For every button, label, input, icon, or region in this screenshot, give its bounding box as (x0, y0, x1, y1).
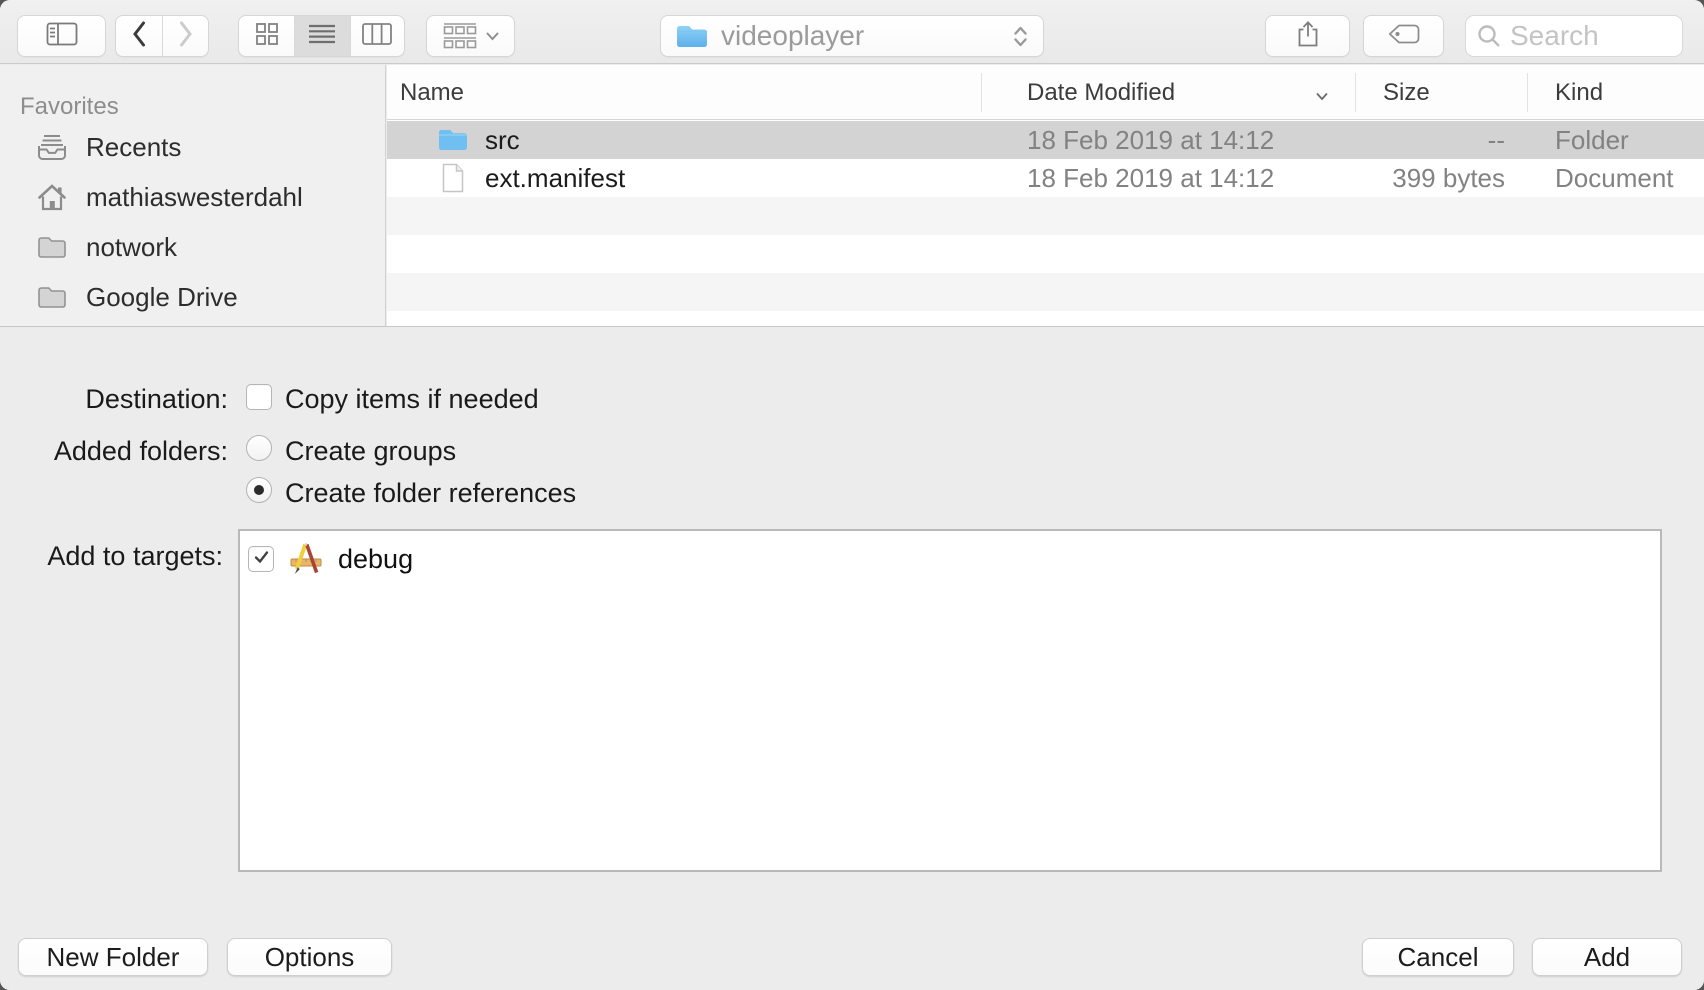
group-by-button[interactable] (426, 15, 515, 57)
sidebar-item-label: Recents (86, 132, 181, 163)
search-icon (1476, 23, 1502, 49)
target-checkbox[interactable] (248, 546, 274, 572)
forward-button[interactable] (162, 16, 208, 56)
toolbar: videoplayer (0, 0, 1704, 64)
create-folder-references-radio[interactable] (246, 477, 272, 503)
column-header-size[interactable]: Size (1383, 65, 1430, 120)
file-date: 18 Feb 2019 at 14:12 (1027, 159, 1274, 197)
file-size: 399 bytes (1355, 159, 1505, 197)
create-groups-radio[interactable] (246, 435, 272, 461)
file-name: src (485, 125, 520, 156)
column-divider[interactable] (981, 73, 982, 112)
column-divider[interactable] (1355, 73, 1356, 112)
copy-items-checkbox[interactable] (246, 384, 272, 410)
file-list: Name Date Modified Size Kind src (387, 65, 1704, 326)
recents-icon (36, 133, 68, 161)
sidebar: Favorites Recents mathiaswesterdahl notw… (0, 65, 386, 326)
share-button[interactable] (1265, 15, 1350, 57)
popup-chevrons-icon (1012, 25, 1029, 48)
sort-indicator-icon (1315, 88, 1329, 106)
options-panel: Destination: Copy items if needed Added … (0, 326, 1704, 990)
column-divider[interactable] (1527, 73, 1528, 112)
xcode-target-icon (288, 543, 324, 576)
empty-row (387, 273, 1704, 311)
file-row-src[interactable]: src 18 Feb 2019 at 14:12 -- Folder (387, 121, 1704, 159)
file-row-ext-manifest[interactable]: ext.manifest 18 Feb 2019 at 14:12 399 by… (387, 159, 1704, 197)
location-popup[interactable]: videoplayer (660, 15, 1044, 57)
list-view-button[interactable] (294, 16, 349, 56)
navigation-buttons (115, 15, 209, 57)
sidebar-item-google-drive[interactable]: Google Drive (0, 277, 385, 317)
file-date: 18 Feb 2019 at 14:12 (1027, 121, 1274, 159)
view-mode-control (238, 15, 405, 57)
cancel-button[interactable]: Cancel (1362, 938, 1514, 976)
empty-row (387, 311, 1704, 327)
search-input[interactable] (1510, 20, 1672, 52)
column-header-kind[interactable]: Kind (1555, 65, 1603, 120)
file-kind: Folder (1555, 121, 1629, 159)
sidebar-item-label: notwork (86, 232, 177, 263)
column-header-name[interactable]: Name (400, 65, 464, 120)
sidebar-toggle-button[interactable] (17, 15, 106, 57)
options-button[interactable]: Options (227, 938, 392, 976)
sidebar-item-notwork[interactable]: notwork (0, 227, 385, 267)
folder-icon (675, 23, 709, 50)
group-items-icon (443, 22, 477, 50)
add-to-targets-label: Add to targets: (0, 541, 223, 572)
create-folder-references-label: Create folder references (285, 478, 576, 509)
file-size: -- (1355, 121, 1505, 159)
add-files-dialog: videoplayer Favorites (0, 0, 1704, 990)
target-name: debug (338, 544, 413, 575)
folder-icon (36, 285, 68, 310)
sidebar-item-label: Google Drive (86, 282, 238, 313)
folder-icon (36, 235, 68, 260)
sidebar-section-header: Favorites (20, 93, 119, 121)
targets-list: debug (238, 529, 1662, 872)
column-header-date-modified[interactable]: Date Modified (1027, 65, 1175, 120)
home-icon (36, 183, 68, 211)
list-view-icon (308, 24, 336, 49)
empty-row (387, 197, 1704, 235)
grid-view-icon (255, 22, 279, 51)
sidebar-toggle-icon (46, 22, 78, 51)
document-icon (441, 163, 465, 193)
chevron-right-icon (178, 21, 194, 52)
destination-label: Destination: (0, 384, 228, 415)
search-field (1465, 15, 1683, 57)
back-button[interactable] (116, 16, 162, 56)
file-list-header: Name Date Modified Size Kind (387, 65, 1704, 120)
tags-button[interactable] (1363, 15, 1444, 57)
sidebar-item-home[interactable]: mathiaswesterdahl (0, 177, 385, 217)
empty-row (387, 235, 1704, 273)
sidebar-item-recents[interactable]: Recents (0, 127, 385, 167)
checkmark-icon (253, 549, 270, 570)
copy-items-label: Copy items if needed (285, 384, 539, 415)
sidebar-item-label: mathiaswesterdahl (86, 182, 303, 213)
file-name: ext.manifest (485, 163, 625, 194)
columns-view-icon (362, 23, 392, 50)
location-label: videoplayer (721, 20, 1012, 52)
create-groups-label: Create groups (285, 436, 456, 467)
tag-icon (1388, 24, 1420, 49)
add-button[interactable]: Add (1532, 938, 1682, 976)
chevron-left-icon (131, 21, 147, 52)
folder-icon (437, 127, 469, 153)
chevron-down-icon (486, 32, 499, 41)
column-view-button[interactable] (350, 16, 404, 56)
new-folder-button[interactable]: New Folder (18, 938, 208, 976)
target-row-debug[interactable]: debug (248, 539, 413, 579)
file-kind: Document (1555, 159, 1674, 197)
share-icon (1295, 20, 1321, 53)
icon-view-button[interactable] (239, 16, 294, 56)
added-folders-label: Added folders: (0, 436, 228, 467)
